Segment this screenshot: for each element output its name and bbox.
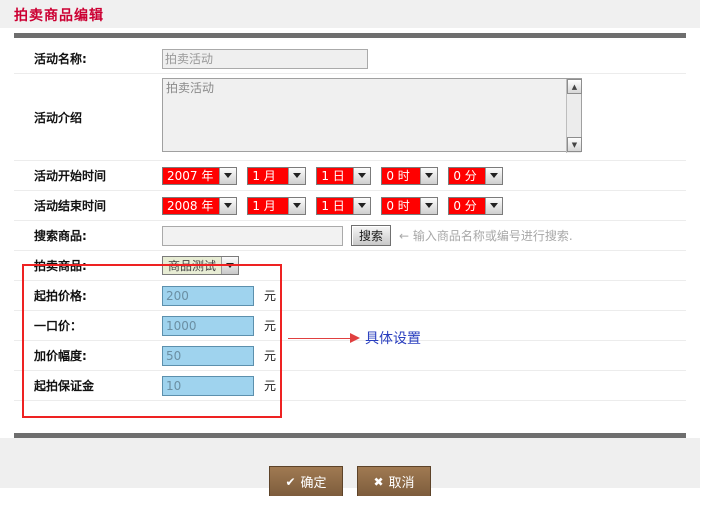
chevron-down-icon[interactable] <box>221 257 239 274</box>
end-month-value: 1 月 <box>252 199 276 213</box>
deposit-input[interactable] <box>162 375 254 396</box>
title-divider <box>14 33 686 38</box>
end-day-select[interactable]: 1 日 <box>316 196 372 215</box>
field-activity-name <box>162 45 686 73</box>
row-deposit: 起拍保证金 元 <box>14 371 686 401</box>
start-year-select[interactable]: 2007 年 <box>162 166 238 185</box>
bid-increment-unit: 元 <box>264 349 277 363</box>
check-icon: ✔ <box>285 474 296 489</box>
cancel-button-label: 取消 <box>388 476 415 491</box>
label-start-price: 起拍价格: <box>34 289 87 303</box>
deposit-unit: 元 <box>264 379 277 393</box>
label-bid-increment: 加价幅度: <box>34 349 87 363</box>
end-year-value: 2008 年 <box>167 199 214 213</box>
buyout-price-input[interactable] <box>162 315 254 336</box>
bid-increment-input[interactable] <box>162 345 254 366</box>
start-month-value: 1 月 <box>252 169 276 183</box>
label-activity-intro: 活动介绍 <box>34 110 83 125</box>
row-search-product: 搜索商品: 搜索 ← 输入商品名称或编号进行搜索. <box>14 221 686 251</box>
arrow-right-icon <box>350 333 360 343</box>
field-buyout-price: 元 <box>162 312 686 340</box>
chevron-down-icon[interactable] <box>485 197 503 214</box>
row-auction-product: 拍卖商品: 商品测试 <box>14 251 686 281</box>
screenshot-root: 拍卖商品编辑 活动名称: 活动介绍 ▲ ▼ <box>0 0 726 505</box>
auction-product-value: 商品测试 <box>168 259 217 273</box>
row-activity-name: 活动名称: <box>14 44 686 74</box>
row-end-time: 活动结束时间 2008 年 1 月 1 日 0 时 0 分 <box>14 191 686 221</box>
label-start-time: 活动开始时间 <box>34 169 107 183</box>
row-activity-intro: 活动介绍 ▲ ▼ <box>14 74 686 161</box>
start-month-select[interactable]: 1 月 <box>247 166 307 185</box>
confirm-button-label: 确定 <box>300 476 327 491</box>
auction-product-select[interactable]: 商品测试 <box>162 256 240 275</box>
start-price-unit: 元 <box>264 289 277 303</box>
close-icon: ✖ <box>373 474 384 489</box>
label-search-product: 搜索商品: <box>34 229 87 243</box>
field-activity-intro: ▲ ▼ <box>162 74 686 160</box>
activity-intro-wrapper: ▲ ▼ <box>162 78 582 156</box>
end-year-select[interactable]: 2008 年 <box>162 196 238 215</box>
field-start-time: 2007 年 1 月 1 日 0 时 0 分 <box>162 163 686 189</box>
chevron-down-icon[interactable] <box>219 197 237 214</box>
field-bid-increment: 元 <box>162 342 686 370</box>
field-deposit: 元 <box>162 372 686 400</box>
end-hour-value: 0 时 <box>386 199 410 213</box>
end-hour-select[interactable]: 0 时 <box>381 196 439 215</box>
search-input[interactable] <box>162 225 343 246</box>
end-minute-value: 0 分 <box>453 199 477 213</box>
field-start-price: 元 <box>162 282 686 310</box>
start-minute-select[interactable]: 0 分 <box>448 166 504 185</box>
chevron-down-icon[interactable] <box>219 167 237 184</box>
label-auction-product: 拍卖商品: <box>34 259 87 273</box>
field-search-product: 搜索 ← 输入商品名称或编号进行搜索. <box>162 221 686 250</box>
end-month-select[interactable]: 1 月 <box>247 196 307 215</box>
title-bar <box>0 0 700 28</box>
label-buyout-price: 一口价： <box>34 319 83 333</box>
annotation-callout: 具体设置 <box>288 328 421 348</box>
label-activity-name: 活动名称: <box>34 52 87 66</box>
start-day-value: 1 日 <box>321 169 345 183</box>
chevron-down-icon[interactable] <box>353 197 371 214</box>
chevron-down-icon[interactable] <box>420 197 438 214</box>
label-deposit: 起拍保证金 <box>34 379 95 393</box>
chevron-down-icon[interactable] <box>288 167 306 184</box>
start-hour-select[interactable]: 0 时 <box>381 166 439 185</box>
cancel-button[interactable]: ✖ 取消 <box>357 466 431 496</box>
scroll-up-icon[interactable]: ▲ <box>567 79 582 94</box>
row-start-time: 活动开始时间 2007 年 1 月 1 日 0 时 0 分 <box>14 161 686 191</box>
row-start-price: 起拍价格: 元 <box>14 281 686 311</box>
footer-divider <box>14 433 686 438</box>
scroll-down-icon[interactable]: ▼ <box>567 137 582 152</box>
chevron-down-icon[interactable] <box>420 167 438 184</box>
footer-buttons: ✔ 确定 ✖ 取消 <box>0 466 700 496</box>
search-button[interactable]: 搜索 <box>351 225 391 246</box>
end-minute-select[interactable]: 0 分 <box>448 196 504 215</box>
field-end-time: 2008 年 1 月 1 日 0 时 0 分 <box>162 193 686 219</box>
textarea-scrollbar[interactable]: ▲ ▼ <box>566 79 582 153</box>
start-year-value: 2007 年 <box>167 169 214 183</box>
activity-name-input[interactable] <box>162 48 368 69</box>
chevron-down-icon[interactable] <box>288 197 306 214</box>
buyout-price-unit: 元 <box>264 319 277 333</box>
activity-intro-textarea[interactable] <box>162 78 582 152</box>
start-minute-value: 0 分 <box>453 169 477 183</box>
label-end-time: 活动结束时间 <box>34 199 107 213</box>
annotation-text: 具体设置 <box>365 331 421 347</box>
start-price-input[interactable] <box>162 285 254 306</box>
chevron-down-icon[interactable] <box>485 167 503 184</box>
confirm-button[interactable]: ✔ 确定 <box>269 466 343 496</box>
field-auction-product: 商品测试 <box>162 252 686 279</box>
search-hint-text: ← 输入商品名称或编号进行搜索. <box>399 229 573 243</box>
start-day-select[interactable]: 1 日 <box>316 166 372 185</box>
page-title: 拍卖商品编辑 <box>14 8 104 24</box>
end-day-value: 1 日 <box>321 199 345 213</box>
start-hour-value: 0 时 <box>386 169 410 183</box>
annotation-line <box>288 337 350 339</box>
chevron-down-icon[interactable] <box>353 167 371 184</box>
